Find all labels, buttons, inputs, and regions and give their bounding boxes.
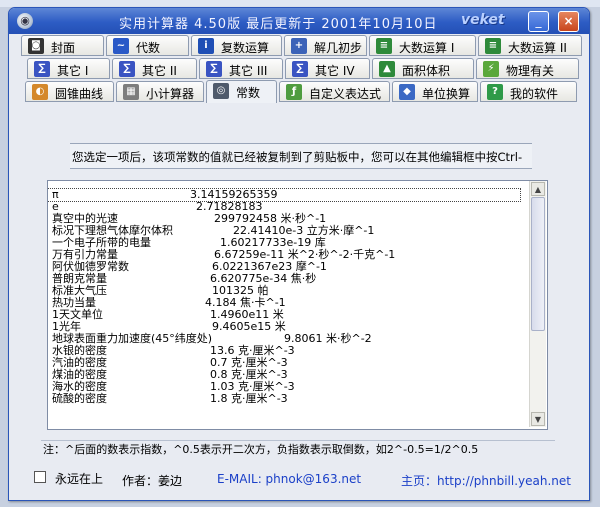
always-on-top-label[interactable]: 永远在上 xyxy=(55,470,103,487)
tab-geometry[interactable]: + 解几初步 xyxy=(284,35,367,56)
homepage-link[interactable]: 主页：http://phnbill.yeah.net xyxy=(401,472,571,489)
camera-icon: ◙ xyxy=(28,38,44,54)
bigmath-icon: ∑ xyxy=(34,61,50,77)
constant-icon: ◎ xyxy=(213,83,229,99)
title-bar[interactable]: ◉ 实用计算器 4.50版 最后更新于 2001年10月10日 veket _ … xyxy=(9,8,589,34)
physics-icon: ⚡ xyxy=(483,61,499,77)
background-strip xyxy=(0,0,600,7)
tab-label: 复数运算 xyxy=(221,41,270,55)
tab-physics[interactable]: ⚡ 物理有关 xyxy=(476,58,579,79)
unit-icon: ◆ xyxy=(399,84,415,100)
tab-unit-conversion[interactable]: ◆ 单位换算 xyxy=(392,81,478,102)
brand-logo: veket xyxy=(461,12,505,28)
tab-algebra[interactable]: ~ 代数 xyxy=(106,35,189,56)
vertical-scrollbar[interactable]: ▲ ▼ xyxy=(529,181,546,427)
scroll-up-arrow-icon[interactable]: ▲ xyxy=(531,182,545,196)
list-item[interactable]: π 3.14159265359 xyxy=(48,188,521,202)
tab-other-4[interactable]: ∑ 其它 IV xyxy=(285,58,370,79)
bigmath-icon: ∑ xyxy=(119,61,135,77)
tab-area-volume[interactable]: ▲ 面积体积 xyxy=(372,58,474,79)
tab-calculator[interactable]: ▦ 小计算器 xyxy=(116,81,204,102)
constant-value: 9.8061 米·秒^-2 xyxy=(284,332,372,345)
tab-label: 常数 xyxy=(236,86,261,100)
list-item[interactable]: 热功当量 4.184 焦·卡^-1 xyxy=(48,297,520,309)
constant-value: 1.8 克·厘米^-3 xyxy=(210,392,288,405)
tab-complex[interactable]: i 复数运算 xyxy=(191,35,282,56)
tab-custom-expression[interactable]: ƒ 自定义表达式 xyxy=(279,81,390,102)
app-window: ◉ 实用计算器 4.50版 最后更新于 2001年10月10日 veket _ … xyxy=(8,7,590,501)
tab-my-software[interactable]: ? 我的软件 xyxy=(480,81,577,102)
exponent-note: 注：^后面的数表示指数，^0.5表示开二次方，负指数表示取倒数，如2^-0.5=… xyxy=(41,440,555,456)
tab-label: 单位换算 xyxy=(422,87,471,101)
instruction-notice: 您选定一项后，该项常数的值就已经被复制到了剪贴板中，您可以在其他编辑框中按Ctr… xyxy=(70,143,532,169)
app-icon[interactable]: ◉ xyxy=(17,13,33,29)
constant-value: 9.4605e15 米 xyxy=(212,320,286,333)
tab-label: 其它 I xyxy=(57,64,89,78)
tab-label: 面积体积 xyxy=(402,64,451,78)
close-button[interactable]: × xyxy=(558,11,579,32)
tab-label: 圆锥曲线 xyxy=(55,87,104,101)
tab-other-3[interactable]: ∑ 其它 III xyxy=(199,58,283,79)
list-item[interactable]: 硫酸的密度 1.8 克·厘米^-3 xyxy=(48,393,520,405)
tab-label: 其它 III xyxy=(229,64,268,78)
conic-icon: ◐ xyxy=(32,84,48,100)
tab-label: 代数 xyxy=(136,41,161,55)
tab-bignum-2[interactable]: ≡ 大数运算 II xyxy=(478,35,582,56)
keyboard-icon: ≡ xyxy=(376,38,392,54)
calculator-icon: ▦ xyxy=(123,84,139,100)
tab-label: 大数运算 I xyxy=(399,41,455,55)
info-icon: i xyxy=(198,38,214,54)
bigmath-icon: ∑ xyxy=(206,61,222,77)
constant-name: 硫酸的密度 xyxy=(52,392,107,405)
tab-label: 解几初步 xyxy=(314,41,363,55)
constants-list[interactable]: π 3.14159265359 e 2.71828183 真空中的光速 2997924… xyxy=(47,180,548,430)
axes-icon: + xyxy=(291,38,307,54)
tab-label: 其它 II xyxy=(142,64,177,78)
tab-label: 其它 IV xyxy=(315,64,355,78)
help-icon: ? xyxy=(487,84,503,100)
tab-label: 小计算器 xyxy=(146,87,195,101)
tab-other-1[interactable]: ∑ 其它 I xyxy=(27,58,110,79)
tab-conic[interactable]: ◐ 圆锥曲线 xyxy=(25,81,114,102)
swirl-icon: ~ xyxy=(113,38,129,54)
tab-label: 封面 xyxy=(51,41,76,55)
tab-label: 我的软件 xyxy=(510,87,559,101)
email-link[interactable]: E-MAIL: phnok@163.net xyxy=(217,472,361,486)
keyboard-icon: ≡ xyxy=(485,38,501,54)
author-label: 作者：姜边 xyxy=(122,474,183,488)
list-item[interactable]: 普朗克常量 6.620775e-34 焦·秒 xyxy=(48,273,520,285)
note-text: 注：^后面的数表示指数，^0.5表示开二次方，负指数表示取倒数，如2^-0.5=… xyxy=(43,443,479,456)
scroll-thumb[interactable] xyxy=(531,197,545,331)
tab-label: 大数运算 II xyxy=(508,41,567,55)
fx-icon: ƒ xyxy=(286,84,302,100)
tab-other-2[interactable]: ∑ 其它 II xyxy=(112,58,197,79)
notice-text: 您选定一项后，该项常数的值就已经被复制到了剪贴板中，您可以在其他编辑框中按Ctr… xyxy=(72,150,523,164)
always-on-top-checkbox[interactable] xyxy=(34,471,46,483)
window-title: 实用计算器 4.50版 最后更新于 2001年10月10日 xyxy=(119,17,438,32)
tab-constants[interactable]: ◎ 常数 xyxy=(206,80,277,103)
scroll-down-arrow-icon[interactable]: ▼ xyxy=(531,412,545,426)
shapes-icon: ▲ xyxy=(379,61,395,77)
tab-label: 物理有关 xyxy=(506,64,555,78)
bigmath-icon: ∑ xyxy=(292,61,308,77)
tab-label: 自定义表达式 xyxy=(309,87,382,101)
tab-cover[interactable]: ◙ 封面 xyxy=(21,35,104,56)
minimize-button[interactable]: _ xyxy=(528,11,549,32)
tab-bignum-1[interactable]: ≡ 大数运算 I xyxy=(369,35,476,56)
